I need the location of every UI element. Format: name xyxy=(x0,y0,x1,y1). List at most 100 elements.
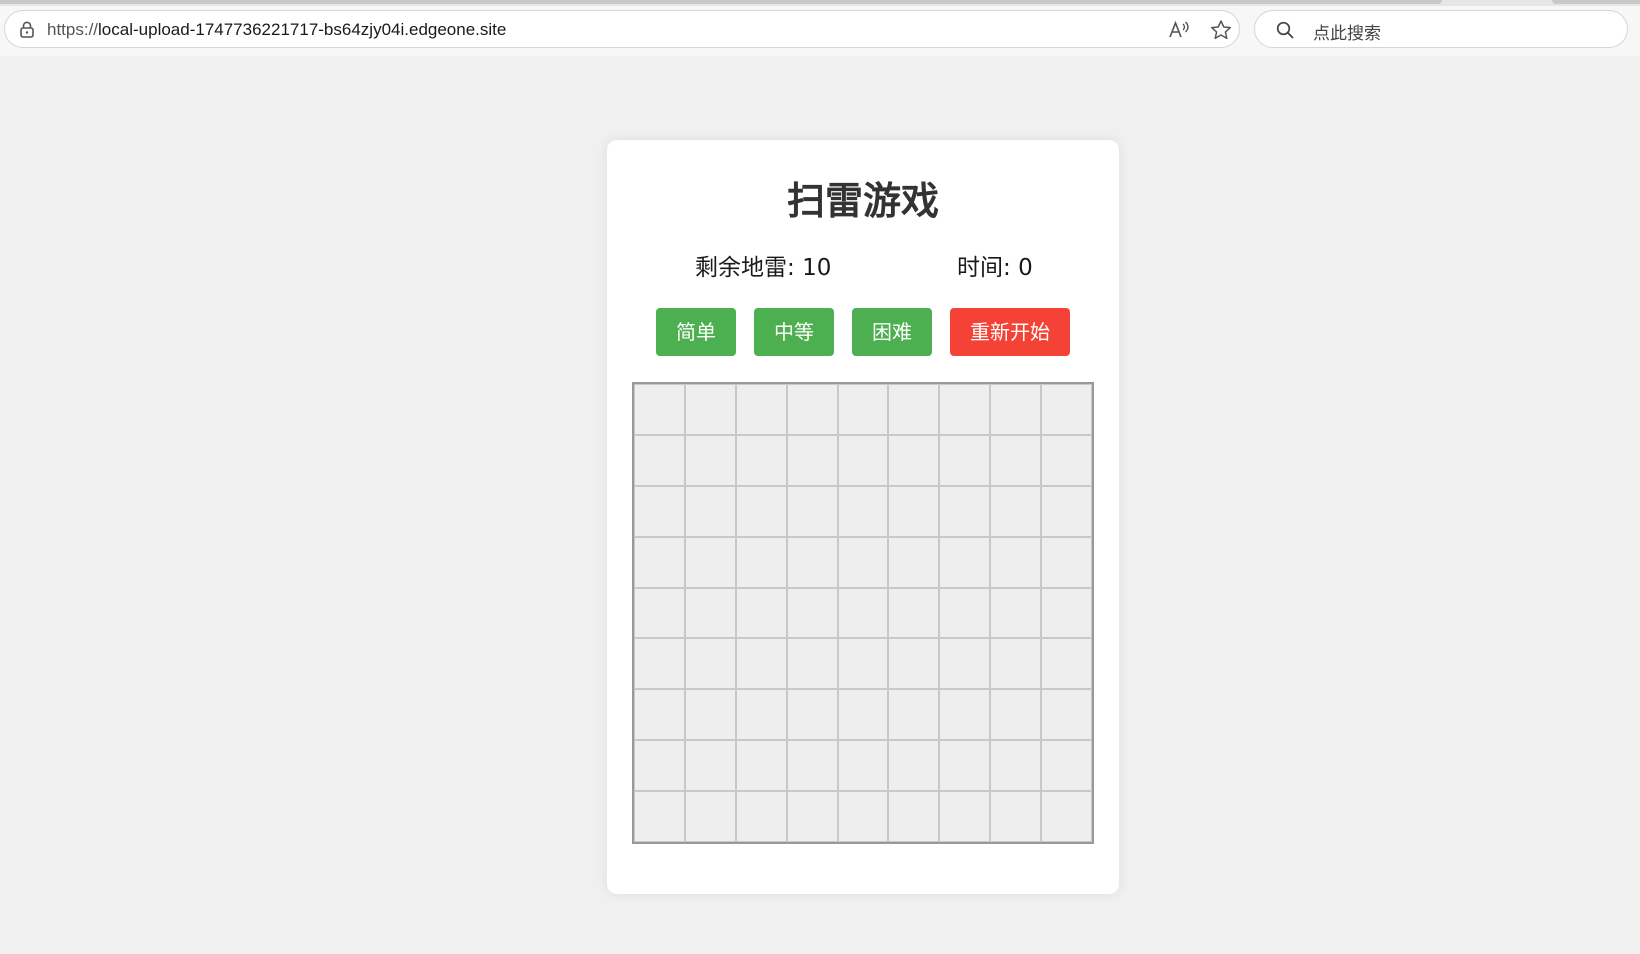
mines-count: 10 xyxy=(802,255,832,281)
mines-label: 剩余地雷: xyxy=(695,255,803,281)
board-cell[interactable] xyxy=(735,485,787,537)
board-cell[interactable] xyxy=(990,689,1042,741)
board-cell[interactable] xyxy=(735,791,787,842)
board-cell[interactable] xyxy=(684,536,736,588)
board-cell[interactable] xyxy=(786,384,838,435)
restart-button[interactable]: 重新开始 xyxy=(950,308,1070,356)
board-cell[interactable] xyxy=(837,791,889,842)
hard-button[interactable]: 困难 xyxy=(852,308,932,356)
board-cell[interactable] xyxy=(634,434,685,486)
url-scheme: https:// xyxy=(47,20,99,39)
read-aloud-icon[interactable] xyxy=(1167,19,1191,41)
browser-toolbar: https://local-upload-1747736221717-bs64z… xyxy=(0,6,1640,56)
board-cell[interactable] xyxy=(1041,536,1092,588)
address-bar[interactable]: https://local-upload-1747736221717-bs64z… xyxy=(4,10,1240,48)
board-cell[interactable] xyxy=(939,485,991,537)
board-cell[interactable] xyxy=(837,689,889,741)
board-cell[interactable] xyxy=(786,536,838,588)
board-cell[interactable] xyxy=(634,536,685,588)
game-container: 扫雷游戏 剩余地雷: 10 时间: 0 简单 中等 困难 重新开始 xyxy=(607,140,1119,894)
board-cell[interactable] xyxy=(684,434,736,486)
board-cell[interactable] xyxy=(1041,638,1092,690)
board-cell[interactable] xyxy=(990,485,1042,537)
board-cell[interactable] xyxy=(837,740,889,792)
board-cell[interactable] xyxy=(684,384,736,435)
board-cell[interactable] xyxy=(735,434,787,486)
board-cell[interactable] xyxy=(786,740,838,792)
search-input[interactable]: 点此搜索 xyxy=(1254,10,1628,48)
board-cell[interactable] xyxy=(634,638,685,690)
board-cell[interactable] xyxy=(939,689,991,741)
board-cell[interactable] xyxy=(1041,434,1092,486)
board-cell[interactable] xyxy=(684,791,736,842)
board-cell[interactable] xyxy=(786,791,838,842)
board-cell[interactable] xyxy=(684,638,736,690)
board-cell[interactable] xyxy=(888,587,940,639)
board-cell[interactable] xyxy=(939,587,991,639)
board-cell[interactable] xyxy=(990,638,1042,690)
easy-button[interactable]: 简单 xyxy=(656,308,736,356)
board-cell[interactable] xyxy=(990,434,1042,486)
board-cell[interactable] xyxy=(939,434,991,486)
board-cell[interactable] xyxy=(888,536,940,588)
mines-counter: 剩余地雷: 10 xyxy=(695,248,831,282)
board-cell[interactable] xyxy=(939,536,991,588)
board-cell[interactable] xyxy=(735,384,787,435)
board-cell[interactable] xyxy=(990,384,1042,435)
board-cell[interactable] xyxy=(634,384,685,435)
board-cell[interactable] xyxy=(888,740,940,792)
time-value: 0 xyxy=(1018,255,1033,281)
board-cell[interactable] xyxy=(1041,384,1092,435)
board-cell[interactable] xyxy=(735,689,787,741)
board-cell[interactable] xyxy=(888,384,940,435)
tab-edge xyxy=(1552,0,1640,4)
board-cell[interactable] xyxy=(684,740,736,792)
board-cell[interactable] xyxy=(634,689,685,741)
board-cell[interactable] xyxy=(735,587,787,639)
board-cell[interactable] xyxy=(735,740,787,792)
star-icon[interactable] xyxy=(1209,19,1233,41)
board-cell[interactable] xyxy=(684,689,736,741)
board-cell[interactable] xyxy=(786,434,838,486)
board-cell[interactable] xyxy=(1041,689,1092,741)
timer: 时间: 0 xyxy=(957,248,1033,282)
board-cell[interactable] xyxy=(786,587,838,639)
board-cell[interactable] xyxy=(634,791,685,842)
board-cell[interactable] xyxy=(1041,740,1092,792)
board-cell[interactable] xyxy=(837,638,889,690)
board-cell[interactable] xyxy=(1041,587,1092,639)
board-cell[interactable] xyxy=(1041,485,1092,537)
board-cell[interactable] xyxy=(735,638,787,690)
board-cell[interactable] xyxy=(939,740,991,792)
board-cell[interactable] xyxy=(990,791,1042,842)
board-cell[interactable] xyxy=(888,638,940,690)
board-cell[interactable] xyxy=(684,485,736,537)
board-cell[interactable] xyxy=(837,384,889,435)
board-cell[interactable] xyxy=(837,485,889,537)
url-text[interactable]: https://local-upload-1747736221717-bs64z… xyxy=(47,20,506,40)
board-cell[interactable] xyxy=(990,587,1042,639)
lock-icon[interactable] xyxy=(17,20,37,40)
board-cell[interactable] xyxy=(837,536,889,588)
board-cell[interactable] xyxy=(837,587,889,639)
board-cell[interactable] xyxy=(786,638,838,690)
board-cell[interactable] xyxy=(888,689,940,741)
board-cell[interactable] xyxy=(990,536,1042,588)
board-cell[interactable] xyxy=(634,740,685,792)
board-cell[interactable] xyxy=(786,485,838,537)
board-cell[interactable] xyxy=(990,740,1042,792)
board-cell[interactable] xyxy=(786,689,838,741)
board-cell[interactable] xyxy=(837,434,889,486)
board-cell[interactable] xyxy=(634,485,685,537)
board-cell[interactable] xyxy=(939,638,991,690)
medium-button[interactable]: 中等 xyxy=(754,308,834,356)
board-cell[interactable] xyxy=(888,791,940,842)
board-cell[interactable] xyxy=(735,536,787,588)
board-cell[interactable] xyxy=(888,485,940,537)
board-cell[interactable] xyxy=(888,434,940,486)
board-cell[interactable] xyxy=(1041,791,1092,842)
board-cell[interactable] xyxy=(939,791,991,842)
board-cell[interactable] xyxy=(939,384,991,435)
board-cell[interactable] xyxy=(684,587,736,639)
board-cell[interactable] xyxy=(634,587,685,639)
